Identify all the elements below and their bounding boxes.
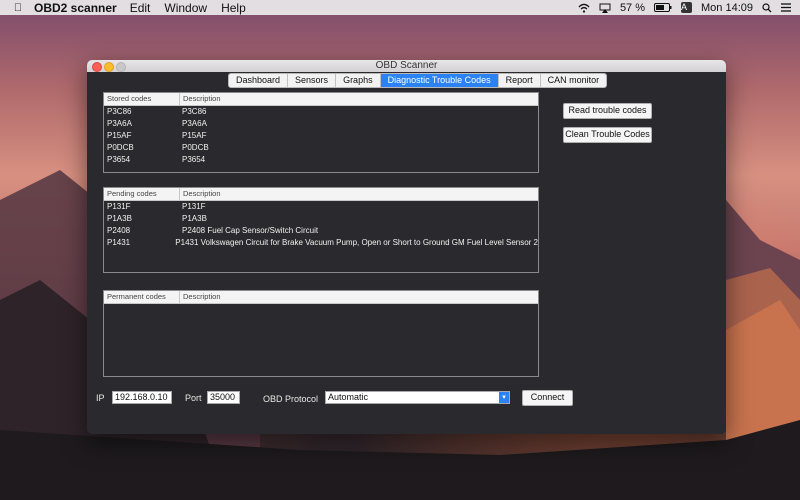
code-cell: P131F [107, 202, 131, 211]
code-cell: P3654 [107, 155, 131, 164]
code-cell: P1431 [107, 238, 131, 247]
description-cell: P3C86 [182, 107, 207, 116]
column-header-description[interactable]: Description [180, 188, 221, 200]
description-cell: P3654 [182, 155, 206, 164]
table-row[interactable]: P15AF P15AF [104, 130, 538, 142]
menu-bar:  OBD2 scanner Edit Window Help 57 % A M… [0, 0, 800, 15]
code-cell: P0DCB [107, 143, 134, 152]
wifi-icon[interactable] [578, 3, 590, 13]
notification-center-icon[interactable] [781, 3, 791, 12]
menu-app-name[interactable]: OBD2 scanner [34, 1, 117, 15]
battery-icon[interactable] [654, 3, 672, 12]
column-header-code[interactable]: Pending codes [104, 188, 180, 200]
code-cell: P3C86 [107, 107, 132, 116]
table-row[interactable]: P3654 P3654 [104, 154, 538, 166]
menu-window[interactable]: Window [164, 1, 207, 15]
clock[interactable]: Mon 14:09 [701, 2, 753, 14]
description-cell: P3A6A [182, 119, 207, 128]
table-header: Pending codes Description [104, 188, 538, 201]
code-cell: P2408 [107, 226, 131, 235]
table-row[interactable]: P2408 P2408 Fuel Cap Sensor/Switch Circui… [104, 225, 538, 237]
minimize-window-button[interactable] [104, 62, 114, 72]
code-cell: P1A3B [107, 214, 132, 223]
description-cell: P15AF [182, 131, 207, 140]
column-header-description[interactable]: Description [180, 93, 221, 105]
window-title: OBD Scanner [375, 60, 438, 71]
read-trouble-codes-button[interactable]: Read trouble codes [563, 103, 652, 119]
airplay-icon[interactable] [599, 3, 611, 13]
tab-dashboard[interactable]: Dashboard [229, 74, 289, 87]
menu-help[interactable]: Help [221, 1, 246, 15]
menu-edit[interactable]: Edit [130, 1, 151, 15]
table-header: Stored codes Description [104, 93, 538, 106]
table-header: Permanent codes Description [104, 291, 538, 304]
tab-report[interactable]: Report [499, 74, 541, 87]
column-header-description[interactable]: Description [180, 291, 221, 303]
connect-button[interactable]: Connect [522, 390, 573, 406]
chevron-updown-icon: ▾ [499, 392, 509, 403]
apple-menu-icon[interactable]:  [6, 2, 30, 14]
input-source-icon[interactable]: A [681, 2, 693, 13]
port-field[interactable]: 35000 [207, 391, 240, 404]
obd-protocol-select[interactable]: Automatic ▾ [325, 391, 510, 404]
tab-can-monitor[interactable]: CAN monitor [541, 74, 607, 87]
tab-sensors[interactable]: Sensors [288, 74, 337, 87]
title-bar[interactable]: OBD Scanner [87, 60, 726, 72]
description-cell: P131F [182, 202, 206, 211]
clean-trouble-codes-button[interactable]: Clean Trouble Codes [563, 127, 652, 143]
description-cell: P2408 Fuel Cap Sensor/Switch Circuit [182, 226, 319, 235]
table-row[interactable]: P1A3B P1A3B [104, 213, 538, 225]
close-window-button[interactable] [92, 62, 102, 72]
column-header-code[interactable]: Stored codes [104, 93, 180, 105]
obd-scanner-window: OBD Scanner Dashboard Sensors Graphs Dia… [87, 60, 726, 434]
table-row[interactable]: P3A6A P3A6A [104, 118, 538, 130]
tab-bar: Dashboard Sensors Graphs Diagnostic Trou… [228, 73, 608, 88]
code-cell: P15AF [107, 131, 132, 140]
ip-label: IP [96, 393, 105, 403]
description-cell: P1A3B [182, 214, 207, 223]
pending-codes-table[interactable]: Pending codes Description P131F P131F P1A… [103, 187, 539, 273]
table-row[interactable]: P0DCB P0DCB [104, 142, 538, 154]
ip-address-field[interactable]: 192.168.0.10 [112, 391, 172, 404]
description-cell: P0DCB [182, 143, 209, 152]
obd-protocol-label: OBD Protocol [263, 394, 319, 404]
permanent-codes-table[interactable]: Permanent codes Description [103, 290, 539, 377]
obd-protocol-value: Automatic [328, 392, 369, 402]
tab-diagnostic-trouble-codes[interactable]: Diagnostic Trouble Codes [380, 74, 499, 87]
zoom-window-button[interactable] [116, 62, 126, 72]
code-cell: P3A6A [107, 119, 132, 128]
description-cell: P1431 Volkswagen Circuit for Brake Vacuu… [175, 238, 538, 247]
column-header-code[interactable]: Permanent codes [104, 291, 180, 303]
table-row[interactable]: P131F P131F [104, 201, 538, 213]
spotlight-search-icon[interactable] [762, 2, 772, 13]
battery-percent: 57 % [619, 1, 646, 14]
table-row[interactable]: P3C86 P3C86 [104, 106, 538, 118]
tab-graphs[interactable]: Graphs [336, 74, 381, 87]
stored-codes-table[interactable]: Stored codes Description P3C86 P3C86 P3A6… [103, 92, 539, 173]
port-label: Port [185, 393, 202, 403]
table-row[interactable]: P1431 P1431 Volkswagen Circuit for Brake … [104, 237, 538, 249]
